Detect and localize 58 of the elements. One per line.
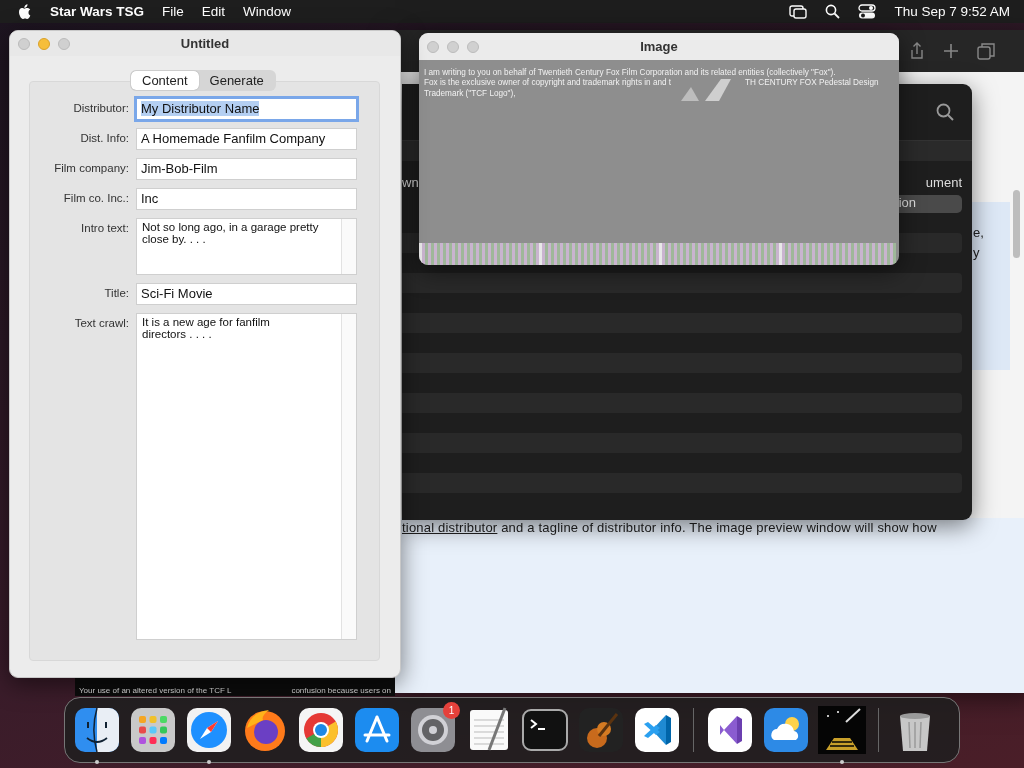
input-field[interactable]: A Homemade Fanfilm Company	[136, 128, 357, 150]
field-label: Film company:	[53, 161, 129, 176]
input-field[interactable]: Jim-Bob-Film	[136, 158, 357, 180]
scroll-thumb[interactable]	[1013, 190, 1020, 258]
smiling-face-icon[interactable]	[73, 706, 121, 754]
terminal-icon[interactable]	[521, 706, 569, 754]
window-title: Image	[640, 39, 678, 54]
search-icon[interactable]	[825, 4, 841, 19]
text-fragment: y	[973, 245, 980, 260]
menu-item[interactable]: File	[162, 4, 184, 19]
letter-a-icon[interactable]	[353, 706, 401, 754]
notification-badge: 1	[443, 702, 460, 719]
apple-icon[interactable]	[18, 3, 32, 20]
menu-item[interactable]: Window	[243, 4, 292, 19]
app-menu[interactable]: Star Wars TSG	[50, 4, 145, 19]
text-area[interactable]: Not so long ago, in a garage pretty close by. . . .	[136, 218, 357, 275]
toggle-icon[interactable]	[858, 4, 877, 19]
gear-icon[interactable]	[409, 706, 457, 754]
paragraph-text: tional distributor and a tagline of distributor info. The image preview window will show how	[395, 518, 1024, 693]
tab[interactable]: Generate	[198, 71, 275, 90]
app-grid-icon[interactable]	[129, 706, 177, 754]
field-label: Title:	[103, 286, 129, 301]
preview-text: Fox is the exclusive owner of copyright and trademark rights in and t	[424, 78, 672, 89]
document-text: confusion because users on	[291, 686, 391, 695]
window-title: Untitled	[180, 36, 230, 51]
plus-icon[interactable]	[943, 43, 959, 59]
preview-text: Trademark ("TCF Logo"),	[424, 88, 516, 99]
text-area[interactable]: It is a new age for fanfilm directors . . . .	[136, 313, 357, 640]
text-fragment: e,	[973, 225, 984, 240]
windows-icon[interactable]	[789, 4, 808, 19]
preview-text: I am writing to you on behalf of Twentieth Century Fox Film Corporation and its related entities (collectively "Fox").	[424, 68, 836, 78]
field-label: Film co. Inc.:	[62, 191, 129, 206]
cloud-icon[interactable]	[762, 706, 810, 754]
option-button[interactable]: ion	[898, 195, 962, 213]
compass-icon[interactable]	[185, 706, 233, 754]
text-link[interactable]: tional distributor	[402, 520, 498, 535]
field-label: Intro text:	[80, 221, 129, 236]
tab[interactable]: Content	[131, 71, 199, 90]
field-label: Dist. Info:	[79, 131, 129, 146]
column-header: wn	[402, 175, 419, 192]
preview-text: TH CENTURY FOX Pedestal Design	[745, 78, 879, 89]
document-text: Your use of an altered version of the TCF L	[79, 686, 232, 695]
input-field[interactable]: My Distributor Name	[136, 98, 357, 120]
code-icon[interactable]	[633, 706, 681, 754]
share-icon[interactable]	[909, 42, 925, 60]
clock-text[interactable]: Thu Sep 7 9:52 AM	[894, 4, 1010, 19]
input-field[interactable]: Inc	[136, 188, 357, 210]
column-header: ument	[925, 175, 962, 192]
scroll-track	[341, 219, 356, 274]
field-label: Text crawl:	[73, 316, 129, 331]
starfield-icon[interactable]	[818, 706, 866, 754]
menu-item[interactable]: Edit	[201, 4, 226, 19]
input-field[interactable]: Sci-Fi Movie	[136, 283, 357, 305]
search-icon[interactable]	[936, 103, 954, 121]
tabs-icon[interactable]	[977, 42, 995, 60]
field-label: Distributor:	[72, 101, 129, 116]
loop-icon[interactable]	[706, 706, 754, 754]
ring-icon[interactable]	[297, 706, 345, 754]
